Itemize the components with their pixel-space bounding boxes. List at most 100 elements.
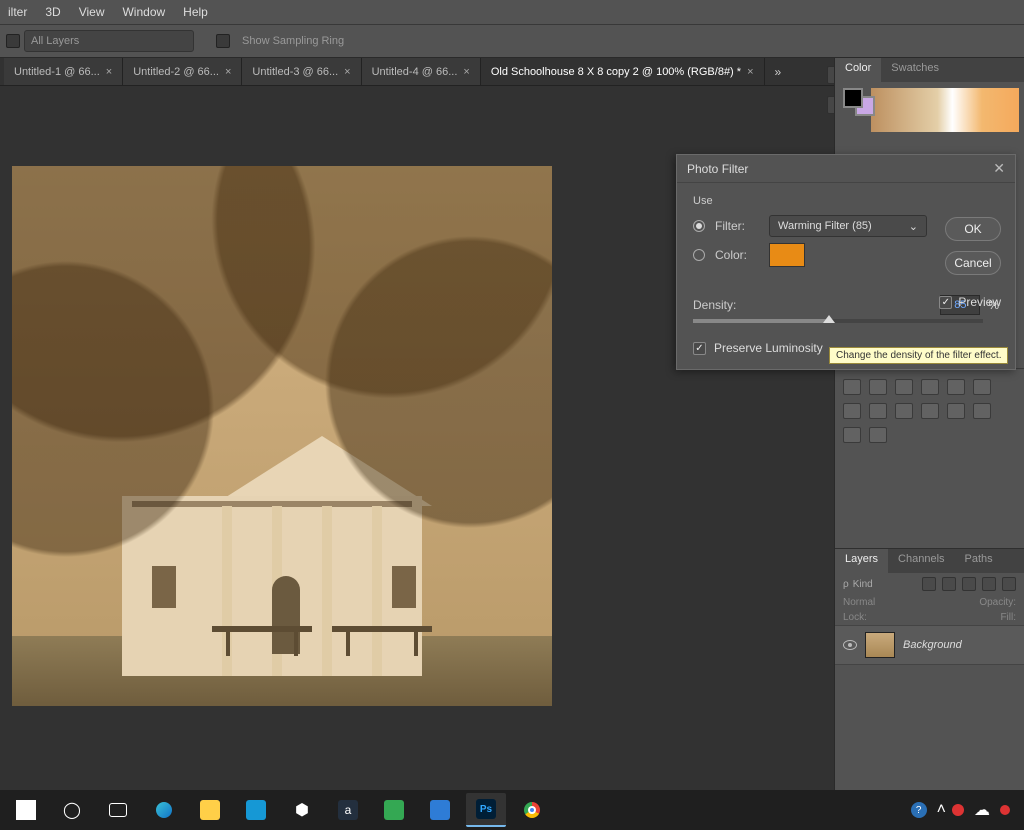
layers-panel: Layers Channels Paths ρKind Normal Opaci… [835, 548, 1024, 800]
menu-filter[interactable]: ilter [8, 5, 27, 19]
dialog-titlebar[interactable]: Photo Filter ✕ [677, 155, 1015, 183]
tab-untitled-3[interactable]: Untitled-3 @ 66...× [242, 58, 361, 85]
use-legend: Use [693, 195, 999, 207]
opacity-label: Opacity: [979, 597, 1016, 608]
preserve-luminosity-label: Preserve Luminosity [714, 341, 823, 355]
density-tooltip: Change the density of the filter effect. [829, 347, 1008, 364]
windows-taskbar: ◯ ⬢ a Ps ? ˄ ☁ [0, 790, 1024, 830]
taskbar-explorer[interactable] [190, 793, 230, 827]
color-swatch[interactable] [769, 243, 805, 267]
adj-photo-filter-icon[interactable] [869, 403, 887, 419]
color-panel [835, 82, 1024, 138]
filter-dropdown[interactable]: Warming Filter (85) ⌄ [769, 215, 927, 237]
taskbar-amazon[interactable]: a [328, 793, 368, 827]
layer-thumbnail[interactable] [865, 632, 895, 658]
filter-shape-icon[interactable] [982, 577, 996, 591]
close-icon[interactable]: × [344, 66, 350, 78]
task-view-button[interactable] [98, 793, 138, 827]
adj-posterize-icon[interactable] [973, 403, 991, 419]
options-bar: All Layers Show Sampling Ring [0, 24, 1024, 58]
tray-chevron-up-icon[interactable]: ˄ [937, 801, 946, 819]
tab-untitled-2[interactable]: Untitled-2 @ 66...× [123, 58, 242, 85]
layer-background[interactable]: Background [835, 625, 1024, 665]
menu-help[interactable]: Help [183, 5, 208, 19]
adj-curves-icon[interactable] [895, 379, 913, 395]
adj-levels-icon[interactable] [869, 379, 887, 395]
adj-brightness-icon[interactable] [843, 379, 861, 395]
options-check-2[interactable] [216, 34, 230, 48]
options-check-1[interactable] [6, 34, 20, 48]
preview-checkbox[interactable] [939, 296, 952, 309]
start-button[interactable] [6, 793, 46, 827]
adjustments-panel [835, 368, 1024, 453]
tab-untitled-1[interactable]: Untitled-1 @ 66...× [4, 58, 123, 85]
close-icon[interactable]: × [225, 66, 231, 78]
sample-layers-dropdown[interactable]: All Layers [24, 30, 194, 52]
close-icon[interactable]: × [747, 66, 753, 78]
taskbar-mail[interactable] [420, 793, 460, 827]
filter-adjust-icon[interactable] [942, 577, 956, 591]
taskbar-photoshop[interactable]: Ps [466, 793, 506, 827]
density-slider[interactable] [693, 319, 983, 323]
radio-color[interactable] [693, 249, 705, 261]
sampling-ring-label: Show Sampling Ring [242, 35, 344, 47]
radio-filter[interactable] [693, 220, 705, 232]
filter-label: Filter: [715, 219, 759, 233]
adj-threshold-icon[interactable] [843, 427, 861, 443]
menu-view[interactable]: View [79, 5, 105, 19]
menu-window[interactable]: Window [122, 5, 165, 19]
filter-type-icon[interactable] [962, 577, 976, 591]
color-label: Color: [715, 248, 759, 262]
system-tray[interactable]: ? ˄ ☁ [911, 800, 1018, 820]
taskbar-edge[interactable] [144, 793, 184, 827]
visibility-eye-icon[interactable] [843, 640, 857, 650]
search-button[interactable]: ◯ [52, 793, 92, 827]
preserve-luminosity-checkbox[interactable] [693, 342, 706, 355]
taskbar-dropbox[interactable]: ⬢ [282, 793, 322, 827]
taskbar-chrome[interactable] [512, 793, 552, 827]
fill-label: Fill: [1000, 612, 1016, 623]
tray-alert-icon[interactable] [952, 804, 964, 816]
adj-gradient-map-icon[interactable] [869, 427, 887, 443]
taskbar-tripadvisor[interactable] [374, 793, 414, 827]
adj-color-lookup-icon[interactable] [921, 403, 939, 419]
tab-channels[interactable]: Channels [888, 549, 954, 573]
tab-untitled-4[interactable]: Untitled-4 @ 66...× [362, 58, 481, 85]
cancel-button[interactable]: Cancel [945, 251, 1001, 275]
tray-dot-icon [1000, 805, 1010, 815]
blend-mode-select[interactable]: Normal [843, 597, 875, 608]
menu-3d[interactable]: 3D [45, 5, 60, 19]
tray-cloud-icon[interactable]: ☁ [974, 800, 990, 820]
foreground-color-well[interactable] [843, 88, 863, 108]
tab-color[interactable]: Color [835, 58, 881, 82]
filter-smart-icon[interactable] [1002, 577, 1016, 591]
tab-old-schoolhouse[interactable]: Old Schoolhouse 8 X 8 copy 2 @ 100% (RGB… [481, 58, 765, 85]
layer-name-label: Background [903, 639, 962, 651]
adj-vibrance-icon[interactable] [947, 379, 965, 395]
tab-layers[interactable]: Layers [835, 549, 888, 573]
lock-label: Lock: [843, 612, 867, 623]
close-icon[interactable]: ✕ [993, 160, 1005, 177]
adj-exposure-icon[interactable] [921, 379, 939, 395]
tab-swatches[interactable]: Swatches [881, 58, 949, 82]
adj-channel-mixer-icon[interactable] [895, 403, 913, 419]
adj-invert-icon[interactable] [947, 403, 965, 419]
adj-hue-icon[interactable] [973, 379, 991, 395]
tab-paths[interactable]: Paths [955, 549, 1003, 573]
ok-button[interactable]: OK [945, 217, 1001, 241]
density-label: Density: [693, 298, 793, 312]
adj-bw-icon[interactable] [843, 403, 861, 419]
tray-help-icon[interactable]: ? [911, 802, 927, 818]
color-spectrum[interactable] [871, 88, 1019, 132]
close-icon[interactable]: × [463, 66, 469, 78]
filter-pixel-icon[interactable] [922, 577, 936, 591]
color-panel-tabs: Color Swatches [835, 58, 1024, 82]
menu-bar: ilter 3D View Window Help [0, 0, 1024, 24]
layer-filter-kind[interactable]: ρKind [843, 579, 873, 590]
document-image [12, 166, 552, 706]
taskbar-store[interactable] [236, 793, 276, 827]
close-icon[interactable]: × [106, 66, 112, 78]
tabs-overflow-button[interactable]: » [765, 58, 792, 85]
preview-label: Preview [958, 295, 1001, 309]
chevron-down-icon: ⌄ [909, 220, 918, 233]
